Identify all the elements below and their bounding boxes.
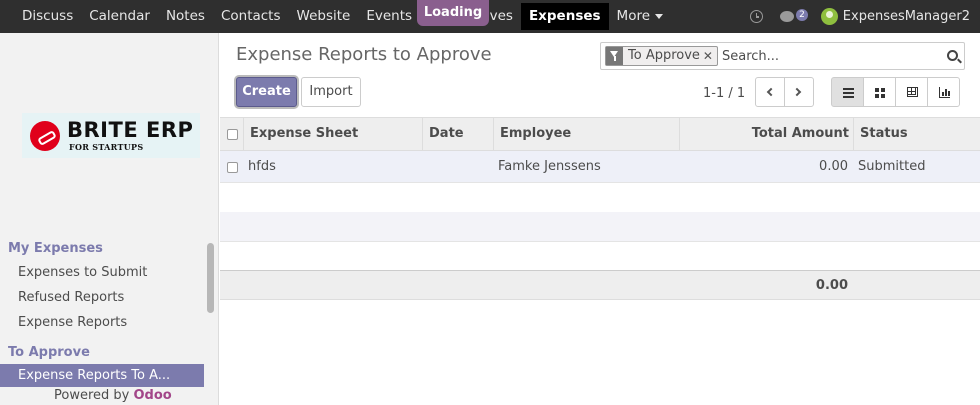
logo-mark-icon <box>30 121 60 151</box>
sidebar: BRITE ERP FOR STARTUPS My Expenses Expen… <box>0 33 219 405</box>
top-navbar: Discuss Calendar Notes Contacts Website … <box>0 0 980 33</box>
list-icon-line <box>843 96 854 98</box>
sidebar-section-my-expenses: My Expenses <box>8 241 103 256</box>
list-icon <box>843 88 854 90</box>
sidebar-item-refused-reports[interactable]: Refused Reports <box>18 290 124 305</box>
view-switcher <box>831 77 960 107</box>
chevron-left-icon <box>766 87 776 97</box>
import-button[interactable]: Import <box>301 77 361 107</box>
powered-by: Powered by Odoo <box>54 388 172 403</box>
close-icon[interactable]: ✕ <box>703 47 717 65</box>
sidebar-section-to-approve: To Approve <box>8 345 90 360</box>
pager-value[interactable]: 1-1 / 1 <box>703 86 745 101</box>
list-view-button[interactable] <box>831 77 864 107</box>
sidebar-item-expense-reports[interactable]: Expense Reports <box>18 315 127 330</box>
search-icon[interactable] <box>947 50 958 61</box>
chevron-right-icon <box>792 87 802 97</box>
filter-icon <box>606 47 623 65</box>
powered-prefix: Powered by <box>54 388 130 403</box>
pager-next-button[interactable] <box>784 77 814 107</box>
facet-label: To Approve <box>628 48 700 63</box>
cell-expense-sheet: hfds <box>248 159 276 174</box>
column-status[interactable]: Status <box>853 118 980 150</box>
select-all-checkbox[interactable] <box>227 129 238 140</box>
pager-previous-button[interactable] <box>755 77 785 107</box>
total-amount-sum: 0.00 <box>815 278 848 293</box>
cell-total-amount: 0.00 <box>819 159 848 174</box>
search-box[interactable]: To Approve ✕ <box>600 42 965 70</box>
create-button[interactable]: Create <box>236 77 297 107</box>
column-expense-sheet[interactable]: Expense Sheet <box>243 118 423 150</box>
menu-calendar[interactable]: Calendar <box>81 0 158 33</box>
graph-view-button[interactable] <box>927 77 960 107</box>
activity-clock-icon[interactable] <box>750 10 764 23</box>
search-facet[interactable]: To Approve ✕ <box>605 46 718 66</box>
user-menu[interactable]: ExpensesManager2 <box>843 9 970 24</box>
page-title: Expense Reports to Approve <box>236 44 492 65</box>
menu-website[interactable]: Website <box>289 0 359 33</box>
caret-down-icon <box>655 13 664 19</box>
company-logo: BRITE ERP FOR STARTUPS <box>22 113 200 158</box>
avatar[interactable] <box>820 8 838 25</box>
main-content: Expense Reports to Approve To Approve ✕ … <box>220 33 980 405</box>
chat-count-badge: 2 <box>796 8 808 21</box>
column-date[interactable]: Date <box>422 118 494 150</box>
table-footer: 0.00 <box>220 270 980 300</box>
menu-events[interactable]: Events <box>358 0 420 33</box>
menu-more-label: More <box>616 8 651 24</box>
sidebar-item-expenses-to-submit[interactable]: Expenses to Submit <box>18 265 147 280</box>
search-input[interactable] <box>722 47 942 66</box>
bar-chart-icon-bar <box>945 89 947 96</box>
table-icon <box>907 87 918 97</box>
table-row[interactable]: hfds Famke Jenssens 0.00 Submitted <box>220 151 980 183</box>
cell-status: Submitted <box>858 159 926 174</box>
sidebar-item-expense-reports-to-approve[interactable]: Expense Reports To A... <box>0 364 204 387</box>
row-checkbox[interactable] <box>227 162 238 173</box>
menu-more[interactable]: More <box>609 0 671 33</box>
pivot-view-button[interactable] <box>895 77 928 107</box>
kanban-icon-cell <box>881 94 885 98</box>
kanban-icon-cell <box>875 94 879 98</box>
column-employee[interactable]: Employee <box>493 118 680 150</box>
table-header: Expense Sheet Date Employee Total Amount… <box>220 117 980 151</box>
logo-tagline: FOR STARTUPS <box>69 142 144 152</box>
menu-discuss[interactable]: Discuss <box>14 0 81 33</box>
logo-brand: BRITE ERP <box>67 118 194 142</box>
menu-expenses[interactable]: Expenses <box>520 3 609 30</box>
kanban-view-button[interactable] <box>863 77 896 107</box>
sidebar-scrollbar[interactable] <box>207 243 214 313</box>
menu-contacts[interactable]: Contacts <box>213 0 289 33</box>
app-menu: Discuss Calendar Notes Contacts Website … <box>14 0 671 33</box>
empty-row <box>220 212 980 242</box>
kanban-icon-cell <box>881 88 885 92</box>
cell-employee: Famke Jenssens <box>498 159 601 174</box>
list-icon-line <box>843 92 854 94</box>
chat-icon[interactable] <box>780 11 795 22</box>
bar-chart-icon-bar <box>948 91 950 96</box>
bar-chart-icon-bar <box>942 92 944 96</box>
empty-row <box>220 183 980 213</box>
empty-row <box>220 241 980 271</box>
kanban-icon <box>875 88 879 92</box>
bar-chart-icon <box>939 87 950 98</box>
odoo-link[interactable]: Odoo <box>134 388 172 403</box>
systray: 2 ExpensesManager2 <box>750 0 970 33</box>
column-total-amount[interactable]: Total Amount <box>679 118 854 150</box>
menu-notes[interactable]: Notes <box>158 0 213 33</box>
loading-indicator: Loading <box>417 0 489 26</box>
